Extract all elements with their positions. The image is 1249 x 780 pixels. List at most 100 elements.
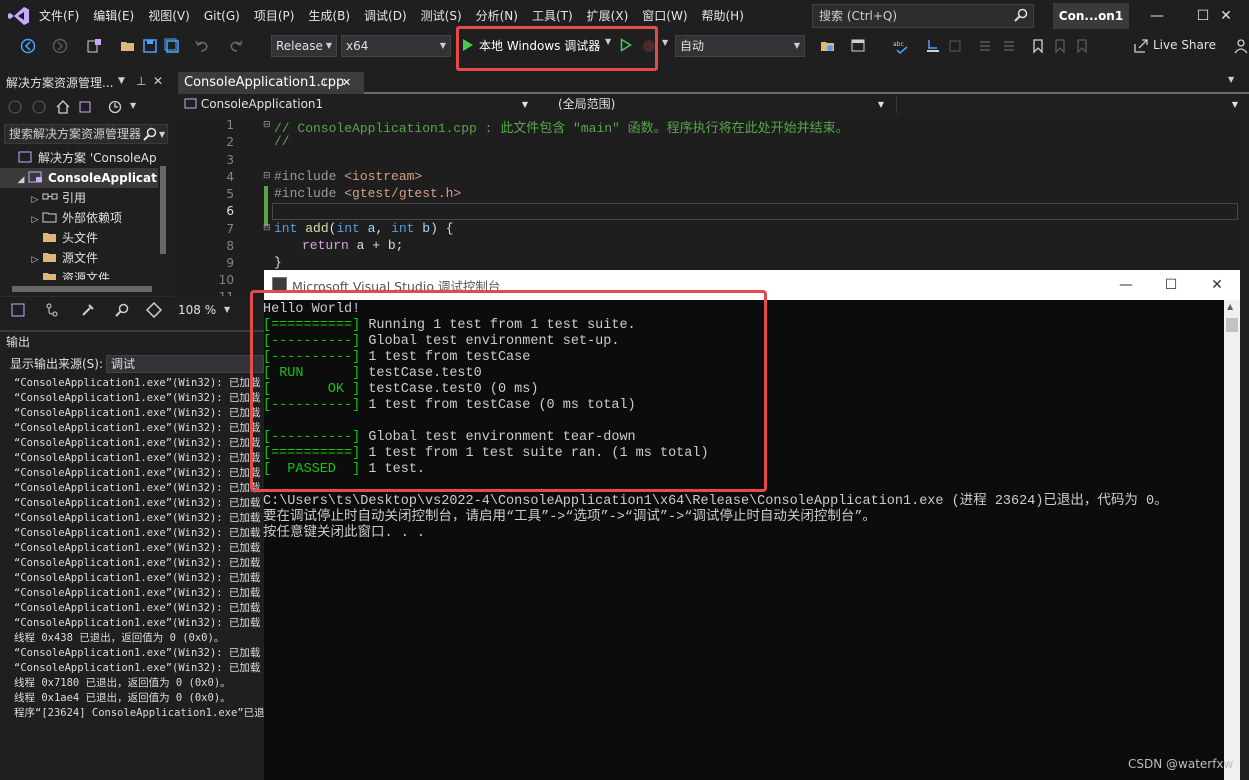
- fold-icon[interactable]: ⊟: [263, 120, 271, 130]
- fold-icon[interactable]: ⊟: [263, 223, 271, 233]
- bookmark-icon[interactable]: [1030, 38, 1046, 54]
- tree-item-resource-files[interactable]: 资源文件: [0, 268, 158, 280]
- chevron-down-icon[interactable]: ▼: [118, 76, 125, 86]
- back-icon[interactable]: [8, 100, 22, 114]
- next-bookmark-icon[interactable]: [1074, 38, 1090, 54]
- configuration-select[interactable]: Release ▼: [271, 35, 337, 57]
- menu-view[interactable]: 视图(V): [141, 0, 197, 32]
- live-share-button[interactable]: Live Share: [1153, 38, 1216, 52]
- history-icon[interactable]: [108, 100, 122, 114]
- solution-explorer-header: 解决方案资源管理...: [0, 72, 175, 94]
- chevron-down-icon[interactable]: ▼: [224, 305, 230, 314]
- home-icon[interactable]: [56, 100, 70, 114]
- tree-item-references[interactable]: ▷ 引用: [0, 188, 158, 208]
- solution-explorer-toolbar: ▼: [0, 95, 175, 121]
- output-source-select[interactable]: 调试: [106, 355, 264, 373]
- close-button[interactable]: ✕: [1203, 0, 1249, 32]
- uncomment-icon[interactable]: [1001, 38, 1017, 54]
- properties-icon[interactable]: [80, 302, 96, 318]
- tree-item-source-files[interactable]: ▷ 源文件: [0, 248, 158, 268]
- solution-bottom-tabs: [0, 296, 175, 322]
- output-line: “ConsoleApplication1.exe”(Win32): 已加载: [14, 437, 261, 449]
- class-view-icon[interactable]: [146, 302, 162, 318]
- search-icon[interactable]: [143, 127, 157, 141]
- visual-studio-logo-icon[interactable]: [8, 6, 30, 26]
- close-icon[interactable]: ✕: [153, 74, 163, 88]
- save-icon[interactable]: [142, 38, 158, 54]
- output-source-value: 调试: [111, 357, 136, 371]
- scroll-up-icon[interactable]: ▲: [1227, 302, 1233, 311]
- search-icon[interactable]: [114, 302, 130, 318]
- code-line-4: #include <iostream>: [274, 169, 422, 184]
- redo-icon[interactable]: [228, 38, 244, 54]
- pin-icon[interactable]: ⊥: [136, 74, 146, 88]
- account-icon[interactable]: [1233, 38, 1249, 54]
- toggle-icon[interactable]: [947, 38, 963, 54]
- chevron-down-icon[interactable]: ▼: [662, 38, 668, 47]
- expression: a + b;: [348, 238, 404, 253]
- collapsed-arrow-icon[interactable]: ▷: [28, 190, 42, 210]
- search-input[interactable]: 搜索 (Ctrl+Q): [812, 4, 1034, 28]
- scope-nav-select[interactable]: (全局范围) ▼: [558, 96, 890, 113]
- console-minimize-button[interactable]: —: [1103, 272, 1149, 298]
- forward-icon[interactable]: [52, 38, 68, 54]
- chevron-down-icon[interactable]: ▼: [159, 130, 165, 139]
- back-icon[interactable]: [20, 38, 36, 54]
- save-all-icon[interactable]: [164, 38, 180, 54]
- tree-item-external-deps[interactable]: ▷ 外部依赖项: [0, 208, 158, 228]
- switch-views-icon[interactable]: [78, 100, 92, 114]
- keyword: int: [391, 221, 415, 236]
- step-icon[interactable]: [925, 38, 941, 54]
- zoom-level[interactable]: 108 %: [178, 303, 216, 317]
- fold-icon[interactable]: ⊟: [263, 171, 271, 181]
- project-nav-select[interactable]: ConsoleApplication1 ▼: [184, 96, 534, 113]
- horizontal-scrollbar[interactable]: [12, 286, 152, 292]
- tree-item-header-files[interactable]: 头文件: [0, 228, 158, 248]
- prev-bookmark-icon[interactable]: [1052, 38, 1068, 54]
- search-icon[interactable]: [1014, 8, 1028, 22]
- comment-icon[interactable]: [977, 38, 993, 54]
- solution-name-badge[interactable]: Con...on1: [1053, 3, 1129, 29]
- undo-icon[interactable]: [194, 38, 210, 54]
- auto-select[interactable]: 自动 ▼: [675, 35, 805, 57]
- output-text[interactable]: “ConsoleApplication1.exe”(Win32): 已加载 “Co…: [0, 376, 264, 776]
- browse-icon[interactable]: [820, 38, 836, 54]
- solution-explorer-tab-icon[interactable]: [10, 302, 26, 318]
- menu-debug[interactable]: 调试(D): [357, 0, 414, 32]
- menu-git[interactable]: Git(G): [197, 0, 247, 32]
- scrollbar-thumb[interactable]: [1226, 318, 1238, 332]
- open-folder-icon[interactable]: [120, 38, 136, 54]
- watermark: CSDN @waterfxw: [1128, 757, 1234, 771]
- tab-console-application-cpp[interactable]: ConsoleApplication1.cpp ⊥ ✕: [178, 72, 364, 94]
- menu-build[interactable]: 生成(B): [301, 0, 357, 32]
- chevron-down-icon[interactable]: ▼: [1228, 75, 1234, 84]
- console-scrollbar[interactable]: ▲: [1224, 300, 1240, 780]
- menu-help[interactable]: 帮助(H): [695, 0, 751, 32]
- collapsed-arrow-icon[interactable]: ▷: [28, 210, 42, 230]
- menu-project[interactable]: 项目(P): [247, 0, 302, 32]
- minimize-button[interactable]: —: [1134, 0, 1180, 32]
- solution-scrollbar[interactable]: [158, 152, 168, 278]
- menu-edit[interactable]: 编辑(E): [86, 0, 141, 32]
- pin-icon[interactable]: ⊥: [320, 72, 329, 94]
- console-maximize-button[interactable]: ☐: [1148, 272, 1194, 298]
- scrollbar-thumb[interactable]: [160, 166, 166, 254]
- tree-item-project[interactable]: ◢ ConsoleApplicat: [0, 168, 158, 188]
- console-close-button[interactable]: ✕: [1194, 272, 1240, 298]
- platform-select[interactable]: x64 ▼: [341, 35, 451, 57]
- tree-item-solution[interactable]: 解决方案 'ConsoleAp: [0, 148, 158, 168]
- spell-check-icon[interactable]: abc: [893, 38, 909, 54]
- project-icon: [28, 171, 42, 183]
- output-line: “ConsoleApplication1.exe”(Win32): 已加载: [14, 647, 261, 659]
- collapsed-arrow-icon[interactable]: ▷: [28, 250, 42, 270]
- window-layout-icon[interactable]: [850, 38, 866, 54]
- expanded-arrow-icon[interactable]: ◢: [14, 170, 28, 190]
- menu-file[interactable]: 文件(F): [32, 0, 86, 32]
- git-changes-icon[interactable]: [44, 302, 60, 318]
- member-nav-select[interactable]: ▼: [896, 96, 1244, 113]
- live-share-icon[interactable]: [1133, 38, 1149, 54]
- chevron-down-icon[interactable]: ▼: [130, 101, 136, 110]
- close-icon[interactable]: ✕: [342, 72, 351, 94]
- forward-icon[interactable]: [32, 100, 46, 114]
- new-project-icon[interactable]: [86, 38, 102, 54]
